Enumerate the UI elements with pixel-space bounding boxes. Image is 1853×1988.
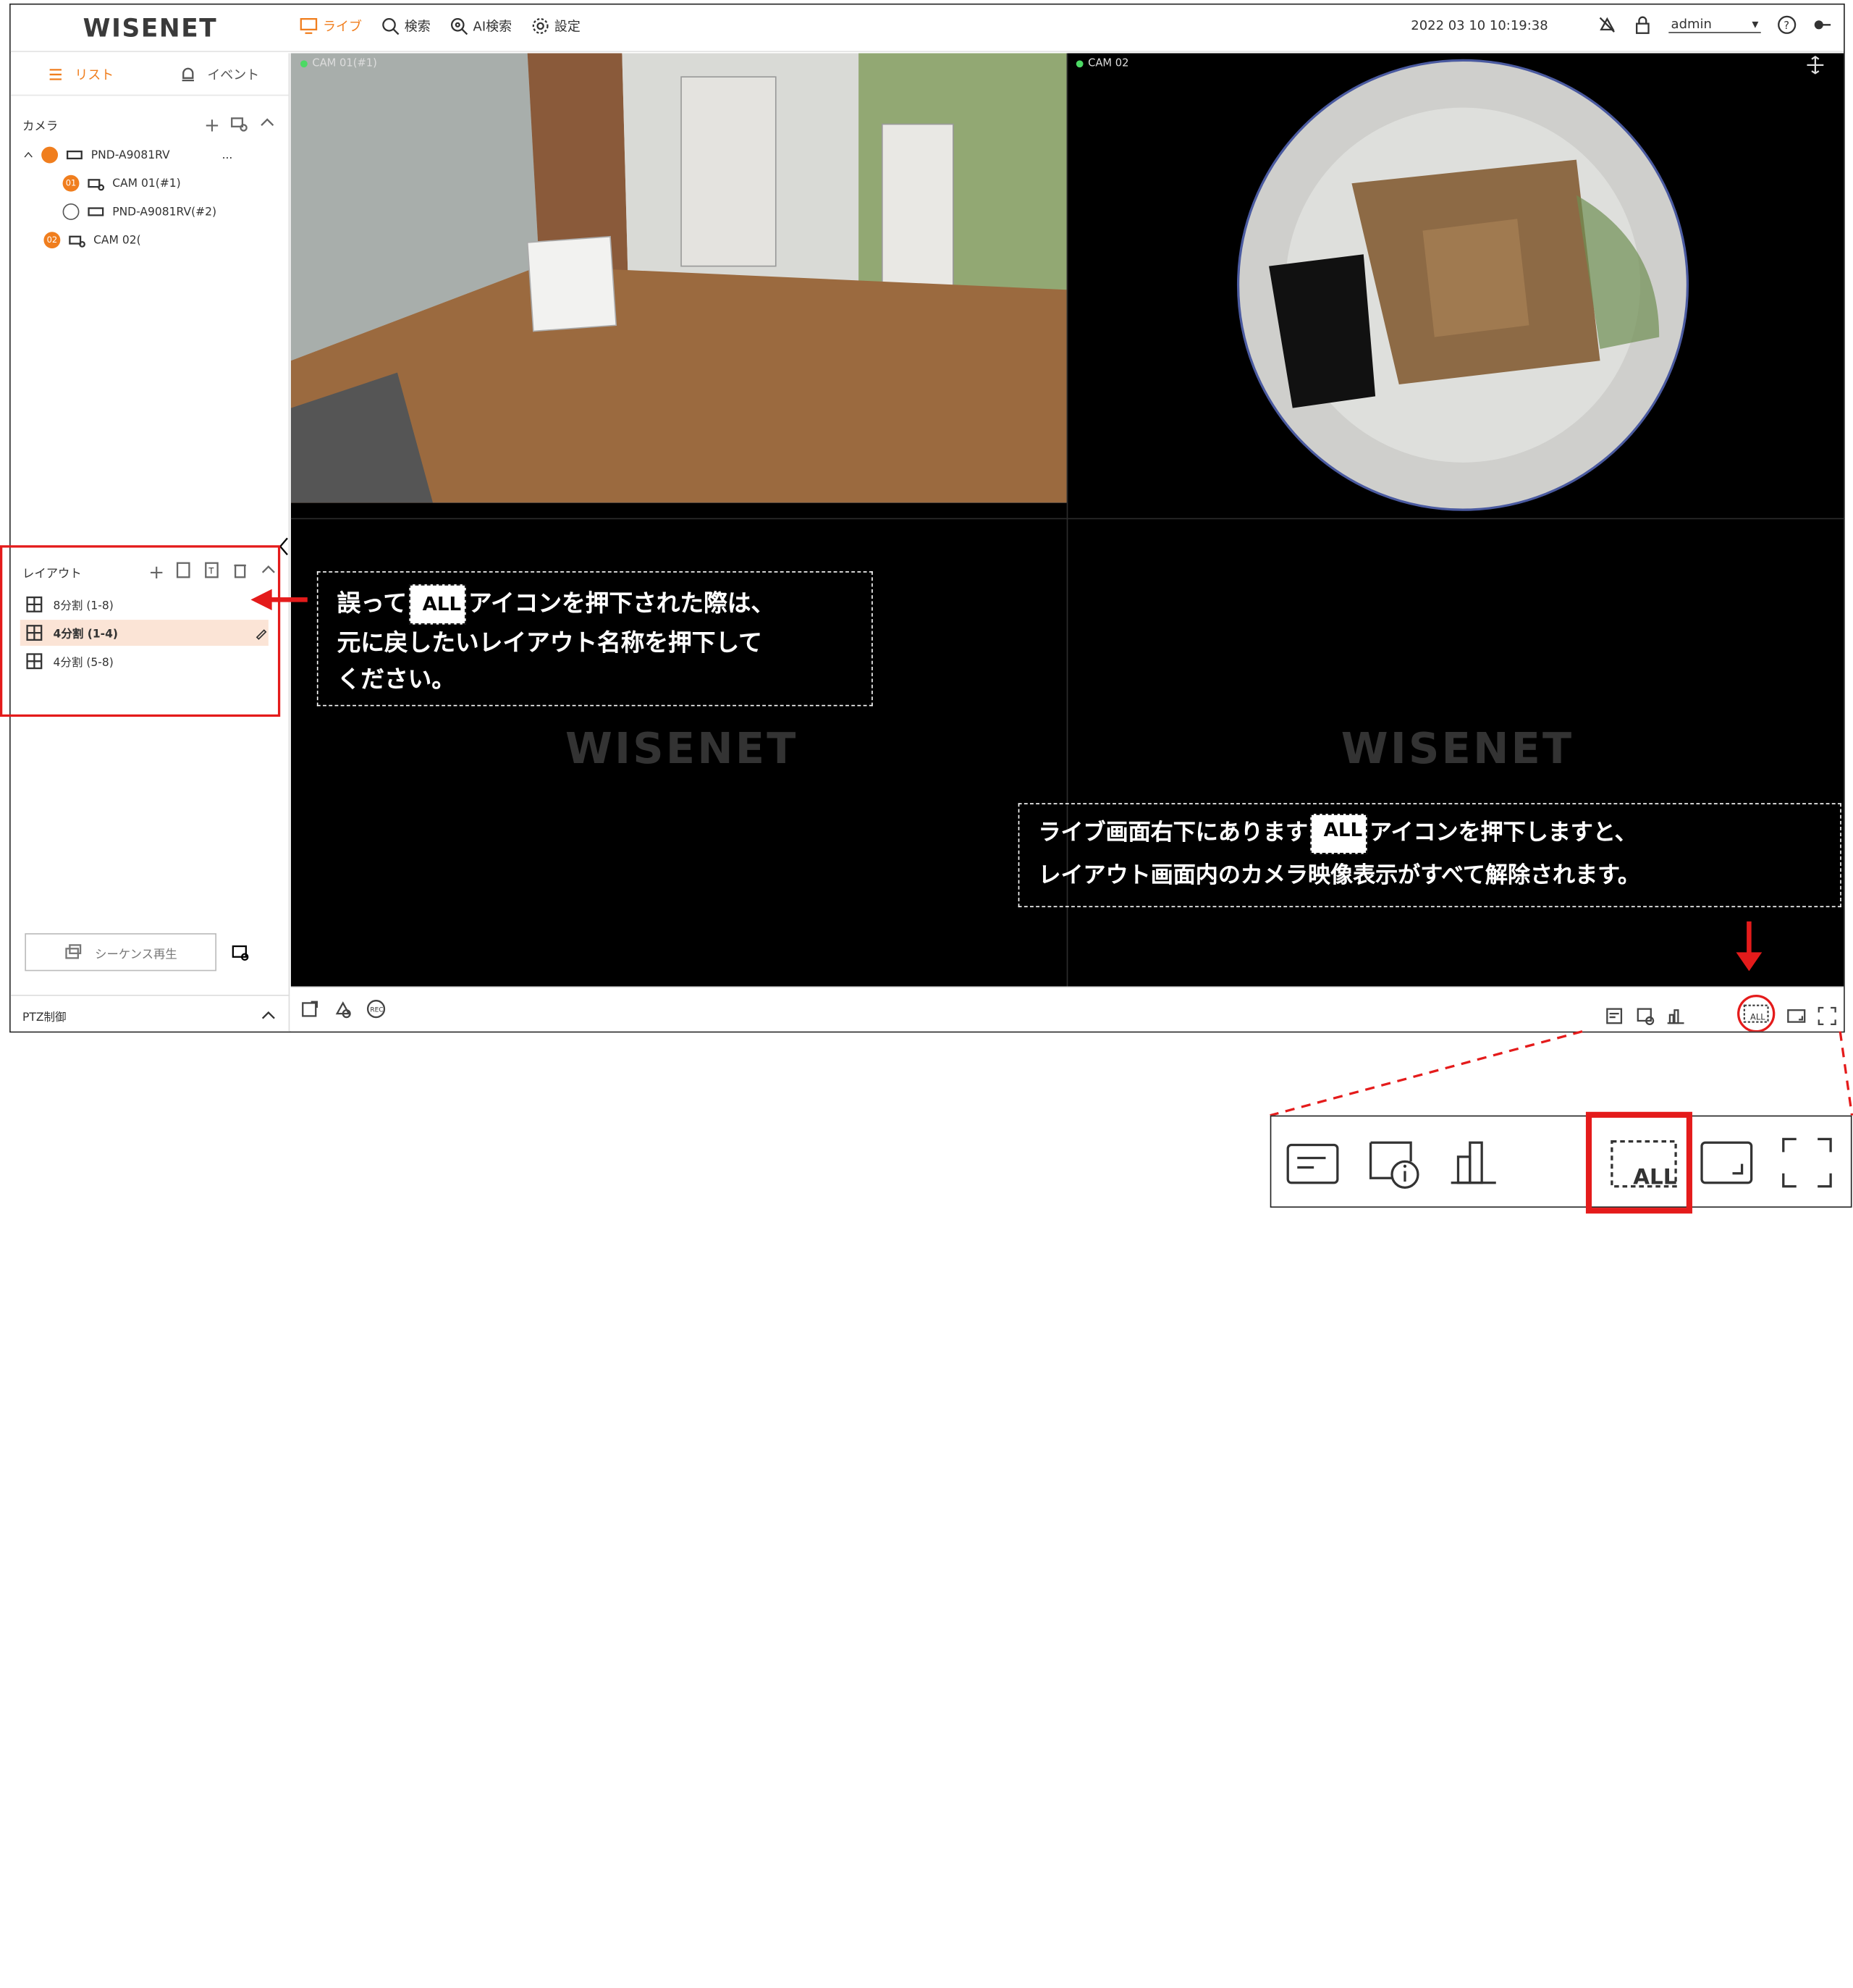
- status-icon: [1286, 1143, 1339, 1184]
- svg-text:ALL: ALL: [1633, 1164, 1676, 1189]
- clear-all-icon: ALL: [1611, 1140, 1677, 1189]
- info-icon: [1369, 1141, 1419, 1189]
- zoomed-toolbar: ALL: [1270, 1111, 1852, 1214]
- zoom-connector: [1270, 1030, 1853, 1117]
- aspect-ratio-icon: [1700, 1141, 1753, 1184]
- bar-chart-icon: [1451, 1141, 1496, 1184]
- fullscreen-icon: [1782, 1137, 1832, 1188]
